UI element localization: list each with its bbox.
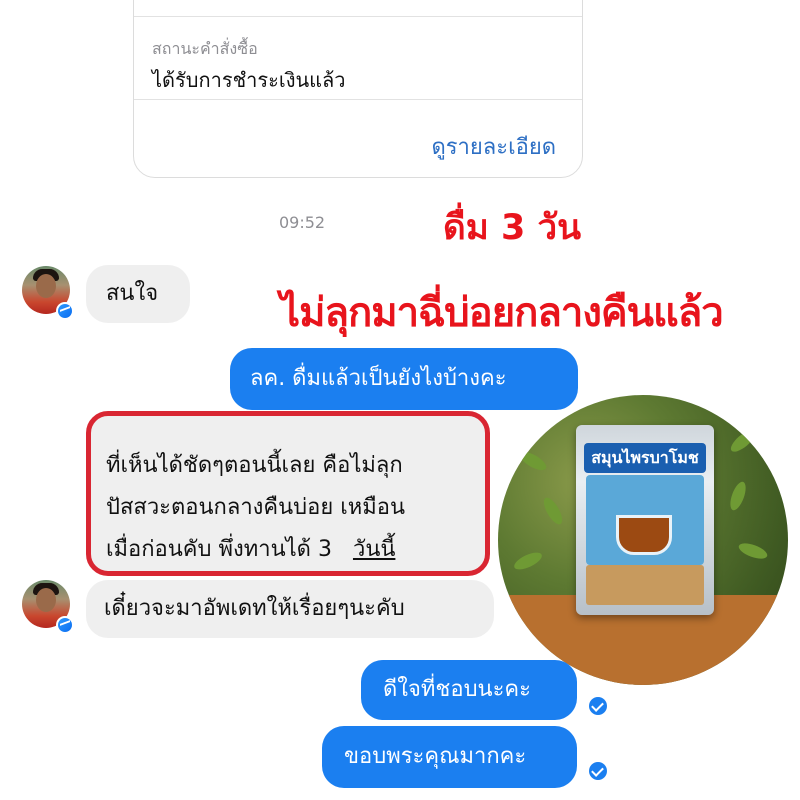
tea-cup-icon: [616, 515, 672, 555]
view-details-link[interactable]: ดูรายละเอียด: [431, 129, 556, 164]
messenger-badge-icon: [56, 616, 74, 634]
message-line: ปัสสวะตอนกลางคืนบ่อย เหมือน: [106, 495, 406, 520]
divider: [134, 16, 582, 17]
promo-headline-2: ไม่ลุกมาฉี่บ่อยกลางคืนแล้ว: [280, 290, 724, 336]
message-timestamp: 09:52: [279, 213, 326, 232]
read-receipt-check-icon: [589, 762, 607, 780]
incoming-message[interactable]: สนใจ: [86, 265, 190, 323]
divider: [134, 99, 582, 100]
product-pouch: สมุนไพรบาโมช: [576, 425, 714, 615]
message-line: ที่เห็นได้ชัดๆตอนนี้เลย คือไม่ลุก: [106, 453, 403, 478]
order-status-value: ได้รับการชำระเงินแล้ว: [152, 68, 346, 92]
product-title: สมุนไพรบาโมช: [584, 443, 706, 473]
read-receipt-check-icon: [589, 697, 607, 715]
order-status-label: สถานะคำสั่งซื้อ: [152, 39, 258, 58]
outgoing-message[interactable]: ขอบพระคุณมากคะ: [322, 726, 577, 788]
messenger-badge-icon: [56, 302, 74, 320]
message-line: เมื่อก่อนคับ พึ่งทานได้ 3 วันนี้: [106, 531, 395, 566]
outgoing-message[interactable]: ดีใจที่ชอบนะคะ: [361, 660, 577, 720]
order-card: สถานะคำสั่งซื้อ ได้รับการชำระเงินแล้ว ดู…: [133, 0, 583, 178]
underlined-text: วันนี้: [352, 537, 396, 562]
product-photo: สมุนไพรบาโมช: [498, 395, 788, 685]
message-text: เมื่อก่อนคับ พึ่งทานได้ 3: [106, 537, 339, 562]
outgoing-message[interactable]: ลค. ดื่มแล้วเป็นยังไงบ้างคะ: [230, 348, 578, 410]
incoming-message[interactable]: เดี๋ยวจะมาอัพเดทให้เรื่อยๆนะคับ: [86, 580, 494, 638]
promo-headline-1: ดื่ม 3 วัน: [443, 208, 582, 248]
